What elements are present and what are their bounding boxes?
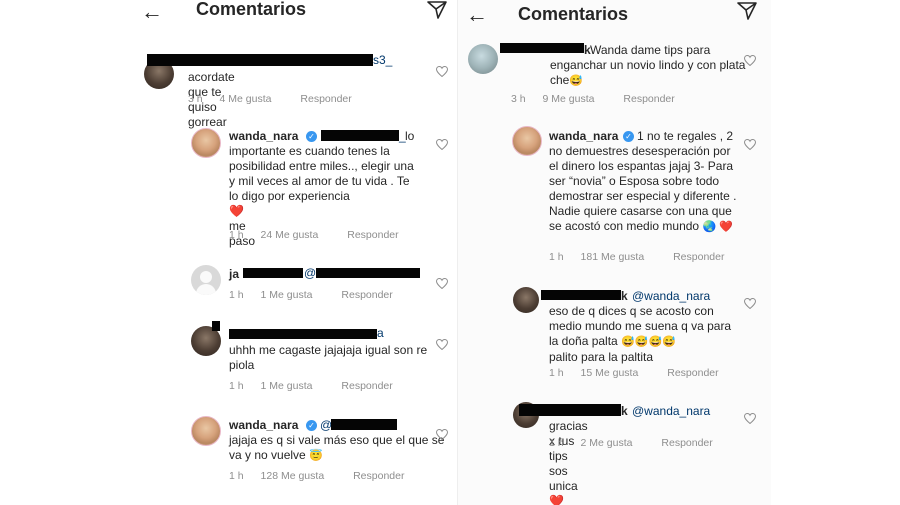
comment-time: 1 h <box>549 367 564 379</box>
avatar[interactable] <box>512 126 542 156</box>
comment-text: Wanda dame tips para enganchar un novio … <box>550 43 746 87</box>
comment-text-start: lo <box>405 129 415 143</box>
comment-username[interactable]: k <box>621 404 628 419</box>
like-count[interactable]: 181 Me gusta <box>581 251 645 263</box>
reply-button[interactable]: Responder <box>300 93 351 105</box>
comment-username[interactable]: k <box>621 289 628 304</box>
mention[interactable]: @wanda_nara <box>632 289 710 304</box>
like-count[interactable]: 1 Me gusta <box>261 289 313 301</box>
reply-button[interactable]: Responder <box>341 289 392 301</box>
avatar[interactable] <box>191 265 221 295</box>
redacted-username <box>321 130 399 141</box>
redacted-username <box>147 54 373 66</box>
send-icon[interactable] <box>737 2 757 20</box>
like-count[interactable]: 128 Me gusta <box>261 470 325 482</box>
like-count[interactable]: 4 Me gusta <box>220 93 272 105</box>
avatar[interactable] <box>468 44 498 74</box>
comment-time: 3 h <box>188 93 203 105</box>
reply-button[interactable]: Responder <box>347 229 398 241</box>
comment-meta: 1 h 24 Me gusta Responder <box>229 229 413 241</box>
heart-outline-icon[interactable] <box>744 298 756 309</box>
mention[interactable]: s3_ <box>373 53 392 68</box>
like-count[interactable]: 9 Me gusta <box>543 93 595 105</box>
redacted-username <box>212 321 220 331</box>
reply-button[interactable]: Responder <box>353 470 404 482</box>
like-count[interactable]: 15 Me gusta <box>581 367 639 379</box>
redacted-username <box>519 404 621 416</box>
redacted-username <box>331 419 397 430</box>
comment-text: uhhh me cagaste jajajaja igual son re pi… <box>229 343 428 372</box>
heart-outline-icon[interactable] <box>744 139 756 150</box>
comment-meta: 1 h 15 Me gusta Responder <box>549 367 733 379</box>
heart-outline-icon[interactable] <box>436 139 448 150</box>
heart-outline-icon[interactable] <box>744 413 756 424</box>
comment-time: 1 h <box>229 470 244 482</box>
redacted-username <box>229 329 377 339</box>
comment-text: gracias x tus tips sos unica❤️ <box>549 419 588 505</box>
page-title: Comentarios <box>196 0 307 19</box>
comment-time: 1 h <box>229 380 244 392</box>
comment-text: 1 no te regales , 2 no demuestres desesp… <box>549 129 737 233</box>
comment-text: importante es cuando tenes la posibilida… <box>229 144 414 203</box>
avatar[interactable] <box>513 287 539 313</box>
redacted-username <box>541 290 621 300</box>
reply-button[interactable]: Responder <box>673 251 724 263</box>
back-arrow-icon[interactable]: ← <box>466 4 488 26</box>
comment-text: jajaja es q si vale más eso que el que s… <box>229 433 445 462</box>
comment-meta: 1 h 1 Me gusta Responder <box>229 289 407 301</box>
reply-button[interactable]: Responder <box>623 93 674 105</box>
heart-outline-icon[interactable] <box>436 429 448 440</box>
comment-time: 3 h <box>511 93 526 105</box>
comment-username[interactable]: ja <box>229 267 239 282</box>
like-count[interactable]: 24 Me gusta <box>261 229 319 241</box>
comment-meta: 1 h 2 Me gusta Responder <box>549 437 727 449</box>
right-screenshot-panel: ← Comentarios k Wanda dame tips para eng… <box>457 0 771 505</box>
comment-meta: 1 h 128 Me gusta Responder <box>229 470 418 482</box>
comment-username[interactable]: wanda_nara <box>229 129 298 144</box>
mention[interactable]: @wanda_nara <box>632 404 710 419</box>
reply-button[interactable]: Responder <box>667 367 718 379</box>
reply-button[interactable]: Responder <box>341 380 392 392</box>
comment-meta: 3 h 9 Me gusta Responder <box>511 93 689 105</box>
avatar[interactable] <box>191 128 221 158</box>
comment-time: 1 h <box>549 251 564 263</box>
send-icon[interactable] <box>427 1 447 19</box>
heart-outline-icon[interactable] <box>436 278 448 289</box>
mention[interactable]: @ <box>304 266 316 281</box>
mention[interactable]: a <box>377 326 384 341</box>
back-arrow-icon[interactable]: ← <box>141 1 163 23</box>
comment-time: 1 h <box>549 437 564 449</box>
redacted-username <box>243 268 303 278</box>
redacted-username <box>316 268 420 278</box>
comment-time: 1 h <box>229 229 244 241</box>
avatar[interactable] <box>191 416 221 446</box>
like-count[interactable]: 2 Me gusta <box>581 437 633 449</box>
header: ← Comentarios <box>133 0 463 26</box>
page-title: Comentarios <box>518 4 629 24</box>
comment-meta: 3 h 4 Me gusta Responder <box>188 93 366 105</box>
comment-text: eso de q dices q se acosto con medio mun… <box>549 304 732 364</box>
comment-meta: 1 h 181 Me gusta Responder <box>549 251 738 263</box>
heart-outline-icon[interactable] <box>436 66 448 77</box>
heart-outline-icon[interactable] <box>744 55 756 66</box>
comment-text-end: ❤️me paso <box>229 204 256 248</box>
comment-username[interactable]: wanda_nara <box>229 418 298 433</box>
reply-button[interactable]: Responder <box>661 437 712 449</box>
verified-icon: ✓ <box>306 131 317 142</box>
header: ← Comentarios <box>458 0 771 26</box>
verified-icon: ✓ <box>306 420 317 431</box>
comment-meta: 1 h 1 Me gusta Responder <box>229 380 407 392</box>
heart-outline-icon[interactable] <box>436 339 448 350</box>
comment-time: 1 h <box>229 289 244 301</box>
left-screenshot-panel: ← Comentarios s3_ acordate que te quiso … <box>133 0 463 505</box>
like-count[interactable]: 1 Me gusta <box>261 380 313 392</box>
